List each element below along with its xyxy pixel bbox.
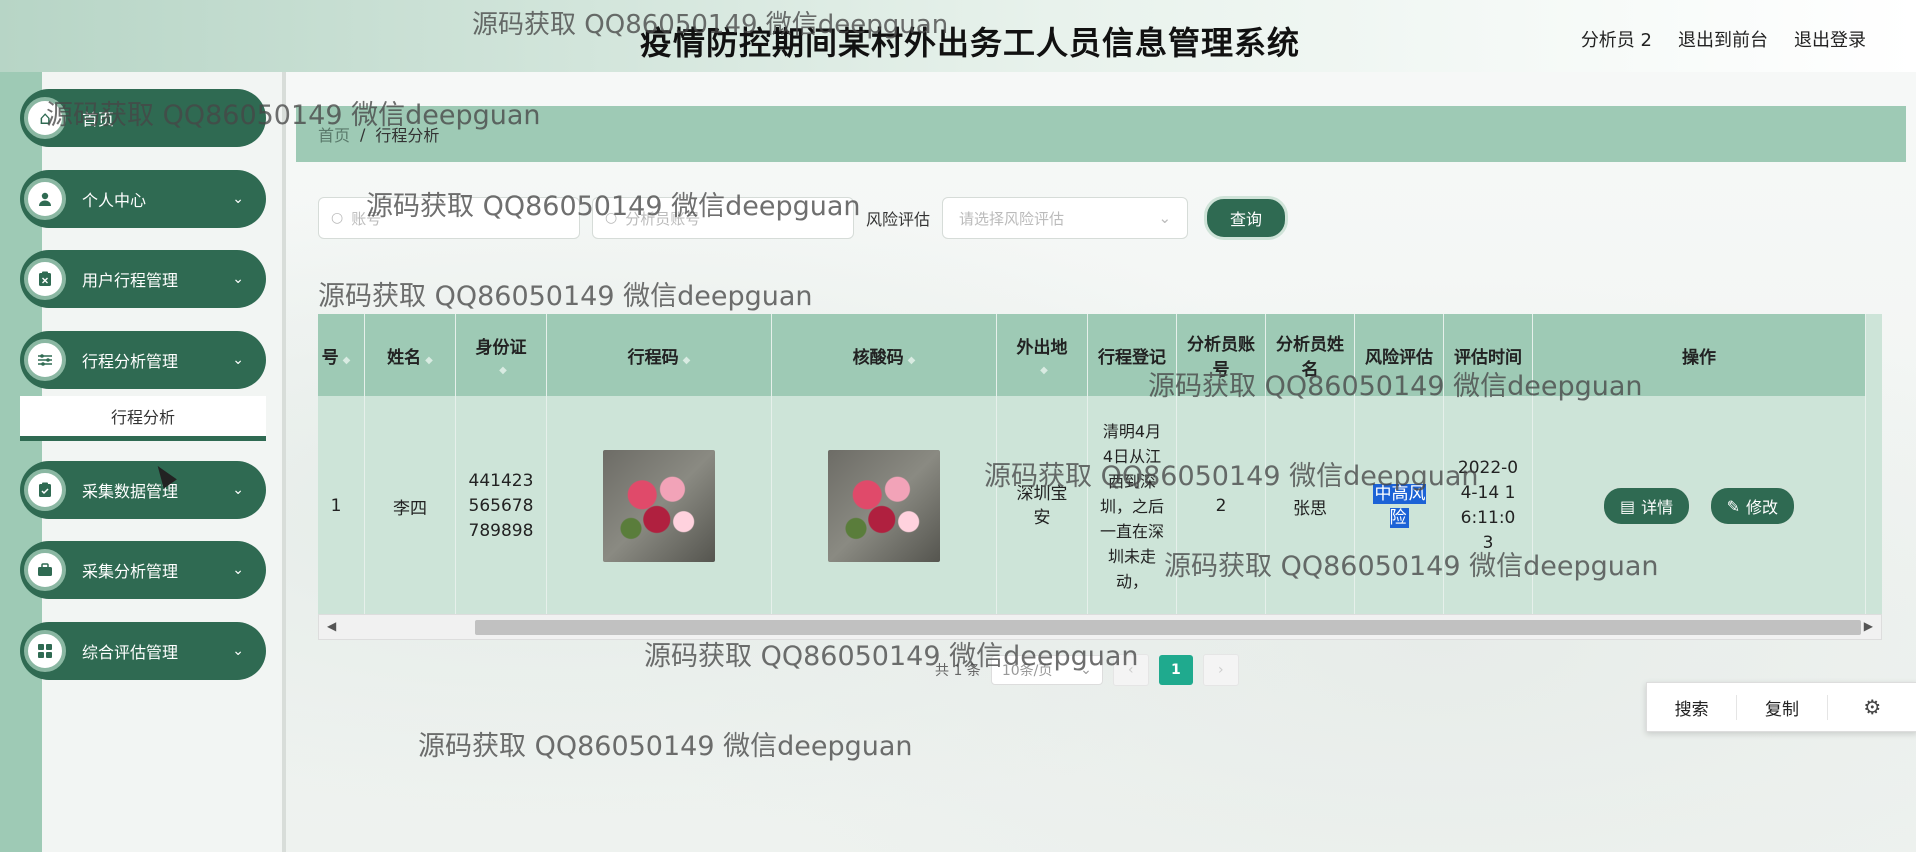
sidebar-item-personal-center[interactable]: 个人中心 ⌄ (20, 170, 266, 228)
account-placeholder: 账号 (351, 209, 382, 228)
data-table: 号 ◆ 姓名 ◆ 身份证 ◆ 行程码 ◆ 核酸码 ◆ 外出地 ◆ 行程登记 分析员账号 分析… (318, 314, 1882, 640)
pencil-icon: ✎ (1726, 496, 1740, 516)
sidebar-item-label: 综合评估管理 (82, 643, 179, 662)
breadcrumb-home[interactable]: 首页 (318, 122, 350, 146)
home-icon: ⌂ (24, 97, 66, 139)
analyst-placeholder: 分析员账号 (625, 209, 701, 228)
toolbar-search-button[interactable]: 搜索 (1647, 694, 1738, 720)
cell-analyst-name: 张思 (1265, 396, 1355, 616)
next-page-button[interactable]: › (1202, 654, 1239, 686)
sidebar-item-label: 采集分析管理 (82, 562, 179, 581)
column-header[interactable]: 分析员账号 (1176, 314, 1266, 396)
cell-trip-code (546, 396, 772, 616)
chevron-down-icon: ⌄ (232, 191, 244, 207)
sidebar-item-overall-eval[interactable]: 综合评估管理 ⌄ (20, 622, 266, 680)
column-header[interactable]: 行程登记 (1087, 314, 1177, 396)
risk-filter-label: 风险评估 (866, 210, 931, 229)
logout-link[interactable]: 退出登录 (1794, 26, 1866, 52)
prev-page-button[interactable]: ‹ (1112, 654, 1149, 686)
edit-button[interactable]: ✎ 修改 (1707, 485, 1797, 527)
top-header: 疫情防控期间某村外出务工人员信息管理系统 分析员 2 退出到前台 退出登录 (0, 0, 1916, 72)
sidebar-item-trip-analysis[interactable]: 行程分析管理 ⌄ (20, 331, 266, 389)
chevron-down-icon: ⌄ (1080, 662, 1092, 678)
column-header: 操作 (1532, 314, 1866, 396)
sliders-icon (24, 339, 66, 381)
column-header[interactable]: 外出地 ◆ (996, 314, 1088, 396)
chevron-down-icon: ⌄ (232, 643, 244, 659)
sidebar-item-label: 行程分析管理 (82, 352, 179, 371)
cell-nucleic-code (771, 396, 997, 616)
cell-risk: 中高风险 (1354, 396, 1444, 616)
chevron-down-icon: ⌄ (232, 482, 244, 498)
scroll-left-arrow-icon[interactable]: ◀ (327, 619, 336, 633)
scroll-right-arrow-icon[interactable]: ▶ (1864, 619, 1873, 633)
chevron-down-icon: ⌄ (232, 271, 244, 287)
sidebar-item-user-trip[interactable]: 用户行程管理 ⌄ (20, 250, 266, 308)
current-user-link[interactable]: 分析员 2 (1581, 26, 1652, 52)
gear-icon[interactable]: ⚙ (1828, 695, 1916, 719)
scrollbar-thumb[interactable] (475, 620, 1861, 635)
sidebar-item-label: 用户行程管理 (82, 271, 179, 290)
column-header[interactable]: 行程码 ◆ (546, 314, 772, 396)
sidebar-item-label: 个人中心 (82, 191, 147, 210)
toolbar-copy-button[interactable]: 复制 (1737, 694, 1828, 720)
cell-id-card: 441423565678789898 (455, 396, 547, 616)
table-row[interactable]: 1 李四 441423565678789898 深圳宝安 清明4月4日从江西到深… (318, 396, 1866, 616)
cell-travel-reg: 清明4月4日从江西到深圳，之后一直在深圳未走动， (1087, 396, 1177, 616)
sidebar-item-collect-data[interactable]: 采集数据管理 ⌄ (20, 461, 266, 519)
grid-icon (24, 630, 66, 672)
document-icon: ▤ (1620, 496, 1636, 516)
clipboard-icon (24, 258, 66, 300)
query-button[interactable]: 查询 (1204, 196, 1289, 240)
cell-eval-time: 2022-04-14 16:11:03 (1443, 396, 1533, 616)
chevron-down-icon: ⌄ (232, 352, 244, 368)
detail-button[interactable]: ▤ 详情 (1601, 485, 1693, 527)
sidebar-item-label: 首页 (82, 110, 115, 129)
column-header[interactable]: 风险评估 (1354, 314, 1444, 396)
risk-value: 中高风险 (1372, 484, 1426, 528)
floating-toolbar: 搜索 复制 ⚙ (1646, 682, 1916, 732)
app-title: 疫情防控期间某村外出务工人员信息管理系统 (640, 24, 1301, 62)
page-size-select[interactable]: 10条/页 ⌄ (990, 655, 1103, 685)
breadcrumb-separator: / (360, 124, 366, 144)
cell-name: 李四 (364, 396, 456, 616)
risk-select[interactable]: 请选择风险评估 ⌄ (942, 197, 1189, 239)
sidebar-item-home[interactable]: ⌂ 首页 (20, 89, 266, 147)
trip-code-image[interactable] (603, 450, 715, 562)
nucleic-code-image[interactable] (828, 450, 940, 562)
submenu-trip-analysis[interactable]: 行程分析 (20, 396, 266, 441)
column-header[interactable]: 号 ◆ (318, 314, 365, 396)
column-header[interactable]: 评估时间 (1443, 314, 1533, 396)
account-search-input[interactable]: ○ 账号 (318, 197, 580, 239)
column-header[interactable]: 姓名 ◆ (364, 314, 456, 396)
search-icon: ○ (605, 210, 618, 226)
clipboard-check-icon (24, 469, 66, 511)
cell-destination: 深圳宝安 (996, 396, 1088, 616)
chevron-down-icon: ⌄ (1158, 209, 1172, 227)
table-horizontal-scrollbar[interactable]: ◀ ▶ (318, 614, 1882, 640)
cell-analyst-account: 2 (1176, 396, 1266, 616)
page-1-button[interactable]: 1 (1158, 655, 1193, 685)
sidebar-item-collect-analysis[interactable]: 采集分析管理 ⌄ (20, 541, 266, 599)
column-header[interactable]: 核酸码 ◆ (771, 314, 997, 396)
cell-actions: ▤ 详情 ✎ 修改 (1532, 396, 1866, 616)
user-icon (24, 178, 66, 220)
chevron-down-icon: ⌄ (232, 562, 244, 578)
cell-no: 1 (318, 396, 365, 616)
breadcrumb-current: 行程分析 (375, 126, 440, 145)
column-header[interactable]: 身份证 ◆ (455, 314, 547, 396)
pager-total: 共 1 条 (935, 663, 981, 679)
briefcase-icon (24, 549, 66, 591)
search-bar: ○ 账号 ○ 分析员账号 风险评估 请选择风险评估 ⌄ 查询 (318, 196, 1289, 240)
pagination: 共 1 条 10条/页 ⌄ ‹ 1 › (935, 654, 1239, 686)
sidebar-item-label: 采集数据管理 (82, 482, 179, 501)
risk-select-placeholder: 请选择风险评估 (959, 209, 1065, 228)
column-header[interactable]: 分析员姓名 (1265, 314, 1355, 396)
breadcrumb: 首页 / 行程分析 (296, 106, 1906, 162)
header-links: 分析员 2 退出到前台 退出登录 (1581, 26, 1866, 52)
search-icon: ○ (331, 210, 344, 226)
back-to-front-link[interactable]: 退出到前台 (1678, 26, 1768, 52)
table-header-row: 号 ◆ 姓名 ◆ 身份证 ◆ 行程码 ◆ 核酸码 ◆ 外出地 ◆ 行程登记 分析员账号 分析… (318, 314, 1866, 396)
analyst-account-search-input[interactable]: ○ 分析员账号 (592, 197, 854, 239)
